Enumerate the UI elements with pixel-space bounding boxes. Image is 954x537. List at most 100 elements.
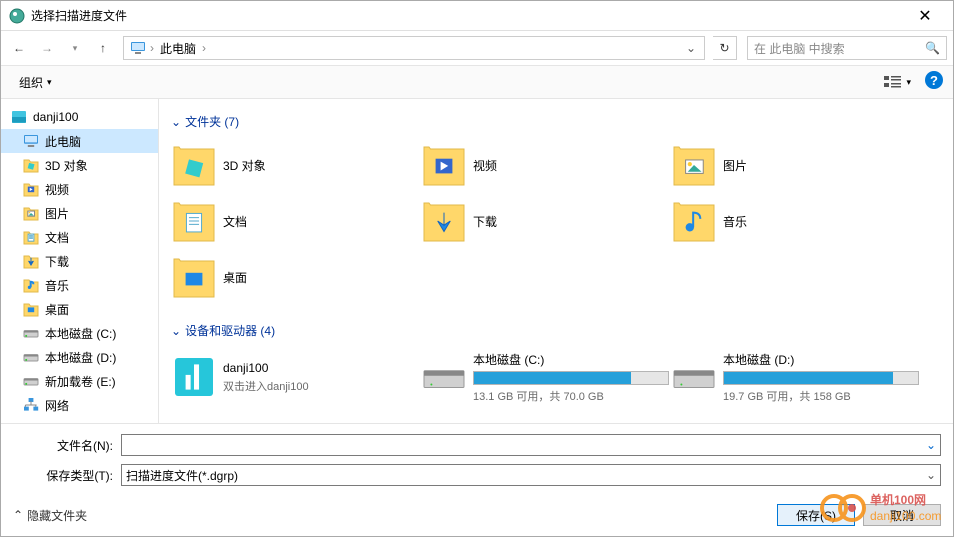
breadcrumb-dropdown[interactable]: ⌄ [680, 41, 702, 55]
hdd-icon [423, 356, 465, 398]
sidebar-item[interactable]: 此电脑 [1, 129, 158, 153]
sidebar-item[interactable]: 文档 [1, 225, 158, 249]
sidebar-item[interactable]: 3D 对象 [1, 153, 158, 177]
filetype-select[interactable]: 扫描进度文件(*.dgrp) ⌄ [121, 464, 941, 486]
drive-item[interactable]: danji100双击进入danji100 [171, 349, 421, 405]
window-title: 选择扫描进度文件 [31, 7, 905, 24]
filename-input[interactable]: ⌄ [121, 434, 941, 456]
hdd-icon [23, 325, 39, 341]
folder-item[interactable]: 桌面 [171, 252, 421, 302]
folder-label: 下载 [473, 213, 497, 230]
drive-name: 本地磁盘 (D:) [723, 351, 919, 368]
drive-item[interactable]: 新加载卷 (E:) [171, 413, 421, 423]
devices-section-header[interactable]: ⌄ 设备和驱动器 (4) [171, 318, 941, 349]
save-button[interactable]: 保存(S) [777, 504, 855, 526]
drive-item[interactable]: 本地磁盘 (D:) 19.7 GB 可用，共 158 GB [671, 349, 921, 405]
breadcrumb-item[interactable]: 此电脑 [154, 40, 202, 57]
drive-free-text: 13.1 GB 可用，共 70.0 GB [473, 388, 669, 404]
app-icon [9, 8, 25, 24]
sidebar-item[interactable]: danji100 [1, 105, 158, 129]
video-icon [23, 181, 39, 197]
sidebar-item-label: 本地磁盘 (C:) [45, 325, 116, 342]
folder-item[interactable]: 视频 [421, 140, 671, 190]
drive-item[interactable]: 本地磁盘 (C:)13.1 GB 可用，共 70.0 GB [421, 349, 671, 405]
up-button[interactable]: ↑ [91, 36, 115, 60]
pc-icon [130, 40, 146, 56]
hdd-icon [23, 349, 39, 365]
sidebar-item-label: 桌面 [45, 301, 69, 318]
sidebar-item[interactable]: 网络 [1, 393, 158, 417]
chevron-up-icon: ⌃ [13, 508, 23, 522]
network-icon [23, 397, 39, 413]
3d-icon [23, 157, 39, 173]
recent-dropdown[interactable]: ▾ [63, 36, 87, 60]
3d-icon [173, 144, 215, 186]
drive-usage-bar [473, 371, 669, 385]
video-icon [423, 144, 465, 186]
drive-usage-bar [723, 371, 919, 385]
folder-item[interactable]: 下载 [421, 196, 671, 246]
drive-free-text: 19.7 GB 可用，共 158 GB [723, 388, 919, 404]
chevron-down-icon[interactable]: ⌄ [926, 438, 936, 452]
sidebar-item-label: danji100 [33, 110, 78, 124]
folder-label: 桌面 [223, 269, 247, 286]
content-pane[interactable]: ⌄ 文件夹 (7) 3D 对象视频 图片文档 下载 音乐桌面 ⌄ 设备和驱动器 (4)… [159, 99, 953, 423]
breadcrumb[interactable]: › 此电脑 › ⌄ [123, 36, 705, 60]
cancel-button[interactable]: 取消 [863, 504, 941, 526]
sidebar-item[interactable]: 下载 [1, 249, 158, 273]
search-placeholder: 在 此电脑 中搜索 [754, 40, 845, 57]
desktop-icon [23, 301, 39, 317]
chevron-down-icon: ▾ [47, 77, 52, 88]
sidebar-item[interactable]: 新加载卷 (E:) [1, 369, 158, 393]
sidebar-item[interactable]: 本地磁盘 (C:) [1, 321, 158, 345]
refresh-button[interactable]: ↻ [713, 36, 737, 60]
sidebar-item[interactable]: 本地磁盘 (D:) [1, 345, 158, 369]
chevron-right-icon: › [202, 41, 206, 55]
organize-button[interactable]: 组织 ▾ [11, 70, 60, 95]
downloads-icon [23, 253, 39, 269]
chevron-down-icon: ⌄ [171, 324, 181, 338]
sidebar-item-label: 本地磁盘 (D:) [45, 349, 116, 366]
folder-label: 文档 [223, 213, 247, 230]
pictures-icon [673, 144, 715, 186]
downloads-icon [423, 200, 465, 242]
filetype-label: 保存类型(T): [13, 467, 121, 484]
folder-item[interactable]: 图片 [671, 140, 921, 190]
sidebar-item[interactable]: 视频 [1, 177, 158, 201]
sidebar-item[interactable]: 音乐 [1, 273, 158, 297]
chevron-down-icon: ▾ [906, 77, 911, 88]
sidebar-item-label: 新加载卷 (E:) [45, 373, 116, 390]
pictures-icon [23, 205, 39, 221]
hide-folders-link[interactable]: ⌃ 隐藏文件夹 [13, 507, 87, 524]
sidebar: danji100 此电脑3D 对象视频图片文档下载音乐桌面本地磁盘 (C:) 本地磁… [1, 99, 159, 423]
filename-label: 文件名(N): [13, 437, 121, 454]
music-icon [23, 277, 39, 293]
sidebar-item-label: 视频 [45, 181, 69, 198]
documents-icon [23, 229, 39, 245]
folder-item[interactable]: 音乐 [671, 196, 921, 246]
folder-special-icon [11, 109, 27, 125]
folder-item[interactable]: 文档 [171, 196, 421, 246]
hdd-icon [673, 356, 715, 398]
documents-icon [173, 200, 215, 242]
sidebar-item[interactable]: 桌面 [1, 297, 158, 321]
folder-label: 音乐 [723, 213, 747, 230]
folder-item[interactable]: 3D 对象 [171, 140, 421, 190]
sidebar-item-label: 图片 [45, 205, 69, 222]
drive-name: danji100 [223, 361, 419, 375]
sidebar-item-label: 网络 [45, 397, 69, 414]
forward-button[interactable]: → [35, 36, 59, 60]
back-button[interactable]: ← [7, 36, 31, 60]
search-icon: 🔍 [925, 41, 940, 55]
folder-label: 图片 [723, 157, 747, 174]
search-input[interactable]: 在 此电脑 中搜索 🔍 [747, 36, 947, 60]
app-icon [173, 356, 215, 398]
help-button[interactable]: ? [925, 71, 943, 89]
sidebar-item-label: 文档 [45, 229, 69, 246]
close-button[interactable]: ✕ [905, 1, 945, 30]
sidebar-item-label: 音乐 [45, 277, 69, 294]
sidebar-item[interactable]: 图片 [1, 201, 158, 225]
chevron-down-icon[interactable]: ⌄ [926, 468, 936, 482]
folders-section-header[interactable]: ⌄ 文件夹 (7) [171, 109, 941, 140]
view-options-button[interactable]: ▾ [876, 71, 919, 93]
